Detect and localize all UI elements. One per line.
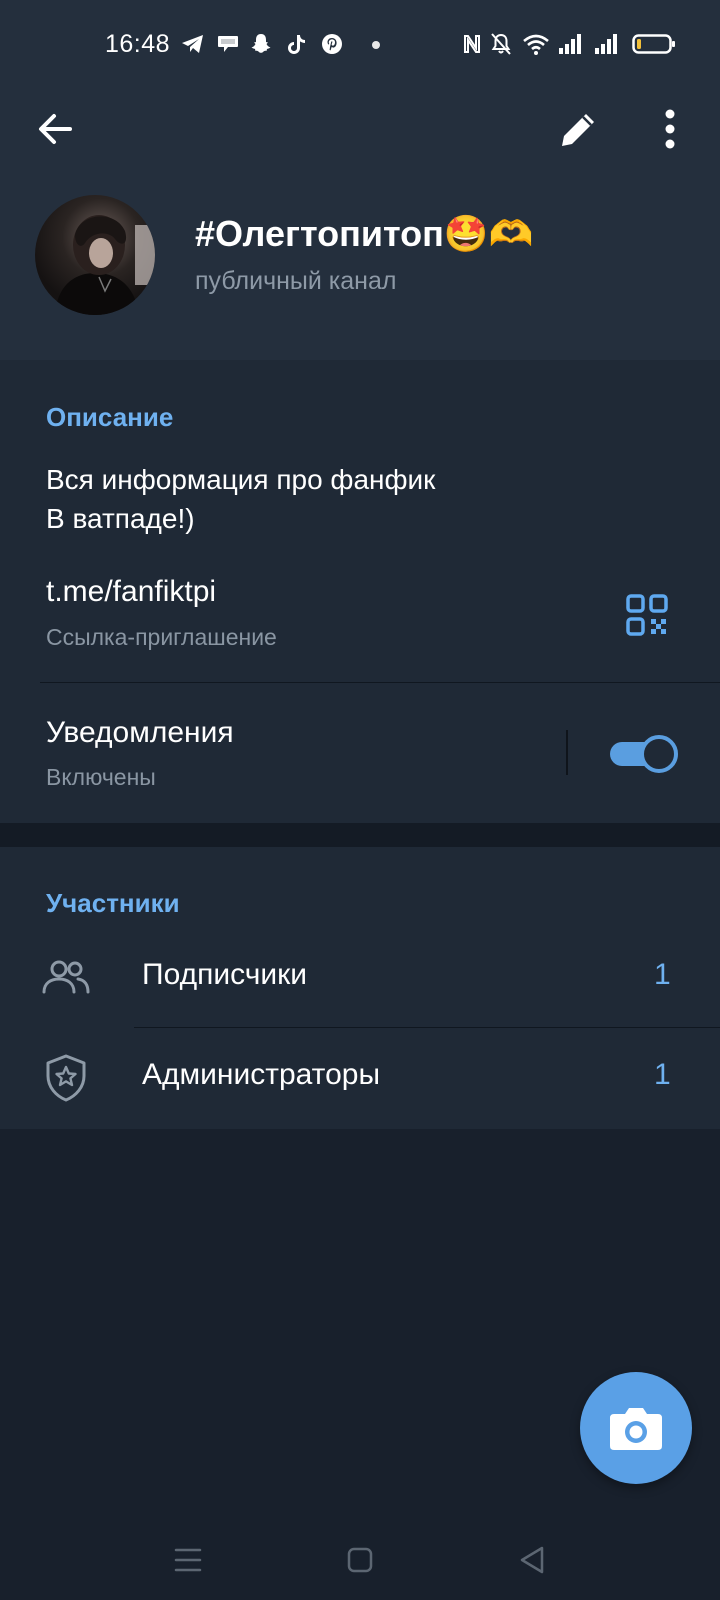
subscribers-row[interactable]: Подписчики <box>142 958 307 992</box>
snapchat-icon <box>251 34 271 53</box>
vertical-separator <box>566 730 568 775</box>
description-line: В ватпаде!) <box>46 503 195 534</box>
notification-dot <box>372 41 380 49</box>
subscribers-count: 1 <box>654 958 671 991</box>
channel-header: 16:48 #Олегтопитоп🤩🫶 публичный канал <box>0 0 720 360</box>
avatar-photo <box>55 215 155 315</box>
dots-vertical-icon <box>665 109 675 149</box>
camera-fab[interactable] <box>580 1372 692 1484</box>
description-line: Вся информация про фанфик <box>46 464 436 495</box>
invite-link[interactable]: t.me/fanfiktpi <box>46 575 216 609</box>
battery-icon <box>632 34 675 54</box>
menu-icon <box>174 1548 202 1572</box>
notifications-label[interactable]: Уведомления <box>46 716 234 750</box>
description-title: Описание <box>46 402 174 432</box>
telegram-icon <box>182 35 203 53</box>
status-time: 16:48 <box>105 30 171 58</box>
pencil-icon <box>562 114 594 146</box>
tiktok-icon <box>288 35 305 54</box>
notifications-toggle[interactable] <box>610 735 678 773</box>
divider <box>134 1027 720 1028</box>
signal-icon <box>595 34 617 54</box>
camera-icon <box>610 1408 662 1450</box>
arrow-left-icon <box>39 114 72 144</box>
bell-off-icon <box>491 33 511 55</box>
edit-button[interactable] <box>554 104 604 154</box>
description-text: Вся информация про фанфик В ватпаде!) <box>46 460 646 538</box>
channel-avatar[interactable] <box>35 195 155 315</box>
menu-button[interactable] <box>168 1540 208 1580</box>
system-back-button[interactable] <box>512 1540 552 1580</box>
signal-icon <box>559 34 581 54</box>
notifications-status: Включены <box>46 764 156 790</box>
home-button[interactable] <box>340 1540 380 1580</box>
invite-link-caption: Ссылка-приглашение <box>46 624 277 650</box>
administrators-count: 1 <box>654 1058 671 1091</box>
administrators-row[interactable]: Администраторы <box>142 1058 380 1092</box>
nfc-icon <box>464 35 480 53</box>
navigation-bar <box>0 1520 720 1600</box>
qr-code-icon <box>626 594 668 636</box>
toggle-knob <box>640 735 678 773</box>
section-gap <box>0 823 720 847</box>
channel-type: публичный канал <box>195 267 397 295</box>
members-title: Участники <box>46 888 180 918</box>
users-icon <box>40 952 92 1004</box>
divider <box>40 682 720 683</box>
back-button[interactable] <box>30 104 80 154</box>
chat-bubble-icon <box>218 36 238 52</box>
pinterest-icon <box>322 34 342 54</box>
shield-star-icon <box>40 1052 92 1104</box>
wifi-icon <box>523 34 549 55</box>
status-bar: 16:48 <box>0 0 720 90</box>
more-options-button[interactable] <box>650 104 690 154</box>
back-triangle-icon <box>520 1546 544 1574</box>
home-square-icon <box>347 1547 373 1573</box>
qr-code-button[interactable] <box>626 594 668 636</box>
channel-name: #Олегтопитоп🤩🫶 <box>195 213 534 254</box>
